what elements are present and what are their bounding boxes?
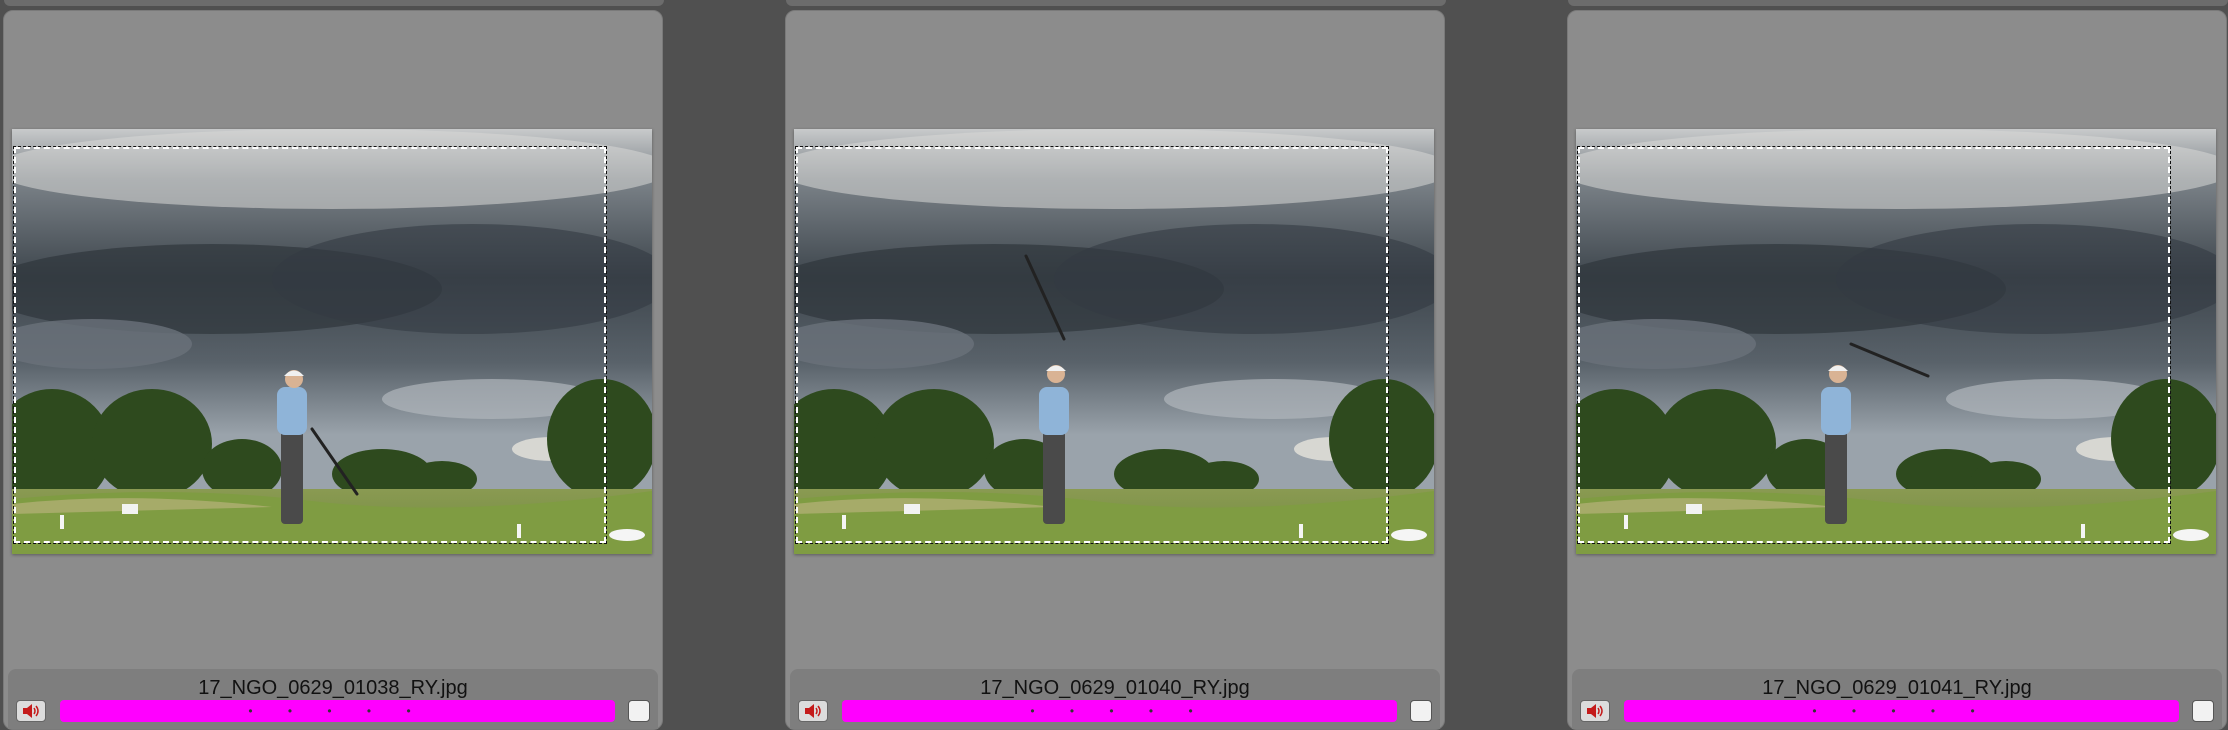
star-rating[interactable]: • • • • • (60, 700, 615, 722)
top-strip-3 (1568, 0, 2228, 6)
select-checkbox[interactable] (2192, 700, 2214, 722)
audio-annotation-button[interactable] (798, 700, 828, 722)
photo-thumbnail[interactable] (794, 129, 1434, 554)
photo-thumbnail[interactable] (12, 129, 652, 554)
color-label-bar[interactable]: • • • • • (842, 700, 1397, 722)
thumbnail-footer: 17_NGO_0629_01041_RY.jpg • • • • • (1572, 669, 2222, 729)
golf-photo-image (12, 129, 652, 554)
filename-label: 17_NGO_0629_01040_RY.jpg (980, 677, 1250, 699)
thumbnail-cell-1[interactable]: 17_NGO_0629_01038_RY.jpg • • • • • (3, 10, 663, 730)
top-strip-2 (786, 0, 1446, 6)
thumbnail-footer: 17_NGO_0629_01040_RY.jpg • • • • • (790, 669, 1440, 729)
filename-label: 17_NGO_0629_01041_RY.jpg (1762, 677, 2032, 699)
thumbnail-cell-2[interactable]: 17_NGO_0629_01040_RY.jpg • • • • • (785, 10, 1445, 730)
speaker-icon (1587, 704, 1603, 718)
filename-label: 17_NGO_0629_01038_RY.jpg (198, 677, 468, 699)
audio-annotation-button[interactable] (16, 700, 46, 722)
color-label-bar[interactable]: • • • • • (60, 700, 615, 722)
photo-thumbnail[interactable] (1576, 129, 2216, 554)
thumbnail-footer: 17_NGO_0629_01038_RY.jpg • • • • • (8, 669, 658, 729)
speaker-icon (805, 704, 821, 718)
star-rating[interactable]: • • • • • (842, 700, 1397, 722)
top-strip-1 (4, 0, 664, 6)
golf-photo-image (1576, 129, 2216, 554)
color-label-bar[interactable]: • • • • • (1624, 700, 2179, 722)
speaker-icon (23, 704, 39, 718)
audio-annotation-button[interactable] (1580, 700, 1610, 722)
select-checkbox[interactable] (1410, 700, 1432, 722)
select-checkbox[interactable] (628, 700, 650, 722)
star-rating[interactable]: • • • • • (1624, 700, 2179, 722)
golf-photo-image (794, 129, 1434, 554)
thumbnail-cell-3[interactable]: 17_NGO_0629_01041_RY.jpg • • • • • (1567, 10, 2227, 730)
